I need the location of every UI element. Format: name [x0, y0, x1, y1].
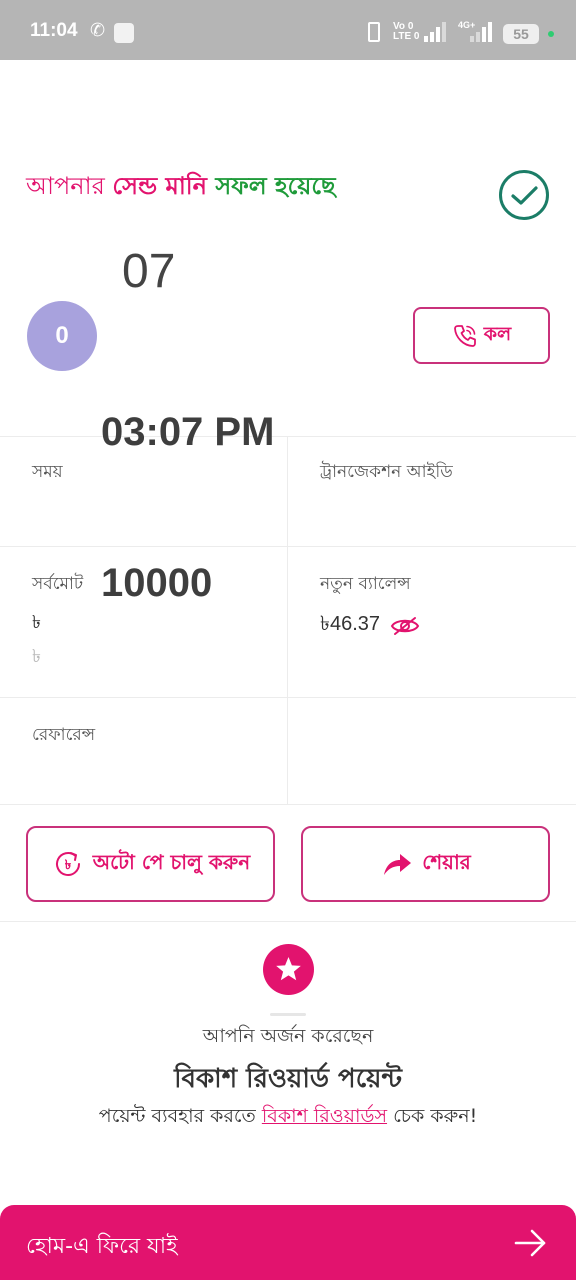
- rewards-link[interactable]: বিকাশ রিওয়ার্ডস: [262, 1105, 387, 1127]
- svg-text:৳: ৳: [65, 858, 72, 873]
- status-time: 11:04: [30, 20, 78, 41]
- share-label: শেয়ার: [422, 849, 471, 874]
- divider: [0, 921, 576, 922]
- success-suffix: সফল হয়েছে: [207, 172, 336, 200]
- success-message: আপনার সেন্ড মানি সফল হয়েছে: [26, 168, 336, 208]
- total-label: সর্বমোট: [32, 574, 84, 594]
- column-divider: [287, 436, 288, 804]
- call-button[interactable]: কল: [413, 307, 550, 364]
- reward-hint-prefix: পয়েন্ট ব্যবহার করতে: [98, 1105, 262, 1127]
- success-prefix: আপনার: [26, 172, 113, 200]
- divider: [0, 436, 576, 437]
- divider: [0, 697, 576, 698]
- signal-icon: [424, 22, 446, 42]
- autopay-cycle-icon: ৳: [55, 852, 80, 876]
- share-button[interactable]: শেয়ার: [301, 826, 550, 902]
- total-sub: ৳: [32, 646, 41, 667]
- phone-call-icon: [453, 324, 476, 347]
- status-bar: 11:04 ✆ Vo 0 LTE 0 4G+ 55: [0, 0, 576, 60]
- share-arrow-icon: [384, 854, 412, 875]
- privacy-dot: [548, 31, 554, 37]
- autopay-button[interactable]: ৳ অটো পে চালু করুন: [26, 826, 275, 902]
- recipient-number: 07: [122, 245, 176, 298]
- signal-icon-2: [470, 22, 492, 42]
- arrow-right-icon: [514, 1229, 546, 1257]
- home-label: হোম-এ ফিরে যাই: [26, 1234, 178, 1259]
- autopay-label: অটো পে চালু করুন: [92, 849, 251, 874]
- reward-hint: পয়েন্ট ব্যবহার করতে বিকাশ রিওয়ার্ডস চে…: [0, 1102, 576, 1134]
- total-amount: 10000: [101, 561, 213, 605]
- star-icon: [263, 944, 314, 995]
- new-balance-label: নতুন ব্যালেন্স: [320, 574, 411, 594]
- time-label: সময়: [32, 462, 63, 482]
- phone-icon: ✆: [90, 20, 106, 41]
- vibrate-icon: [368, 22, 380, 42]
- new-balance-value: ৳46.37: [320, 613, 381, 635]
- reward-earned-text: আপনি অর্জন করেছেন: [202, 1025, 374, 1047]
- divider: [0, 804, 576, 805]
- new-balance: ৳46.37: [320, 609, 420, 642]
- volte-bottom: LTE 0: [393, 31, 420, 42]
- call-label: কল: [483, 322, 512, 345]
- reference-label: রেফারেন্স: [32, 725, 96, 745]
- reward-indicator: [270, 1013, 306, 1016]
- trxid-label: ট্রানজেকশন আইডি: [320, 462, 453, 482]
- divider: [0, 546, 576, 547]
- volte-indicator: Vo 0 LTE 0: [393, 22, 419, 42]
- check-circle-icon: [499, 170, 549, 220]
- home-button[interactable]: হোম-এ ফিরে যাই: [0, 1205, 576, 1280]
- app-notification-icon: [114, 23, 134, 43]
- reward-points-title: বিকাশ রিওয়ার্ড পয়েন্ট: [174, 1064, 402, 1094]
- battery-icon: 55: [503, 24, 539, 44]
- reward-hint-suffix: চেক করুন!: [387, 1105, 478, 1127]
- total-currency: ৳: [32, 612, 41, 633]
- success-action: সেন্ড মানি: [112, 172, 207, 200]
- transaction-time: 03:07 PM: [101, 410, 275, 454]
- avatar: 0: [27, 301, 97, 371]
- eye-off-icon[interactable]: [390, 615, 420, 637]
